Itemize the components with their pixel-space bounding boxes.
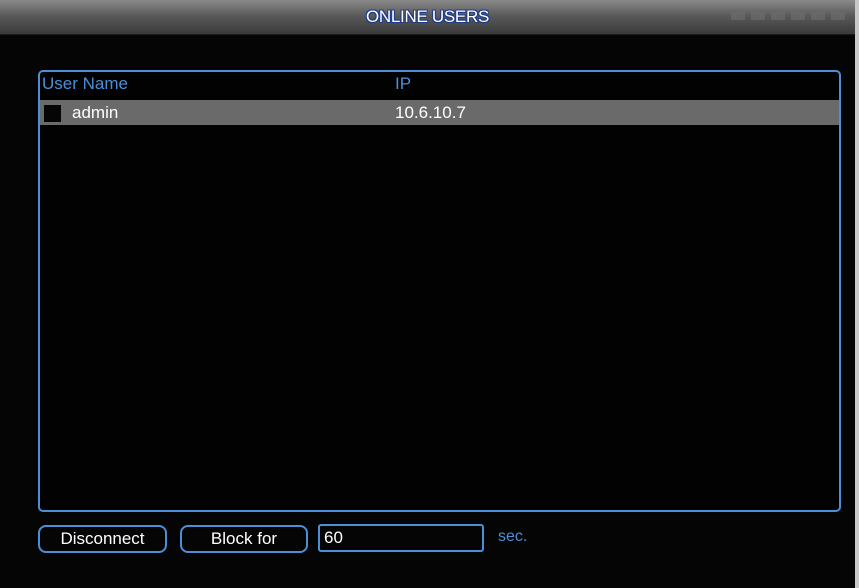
title-decoration-block [811, 12, 825, 20]
title-decoration-block [771, 12, 785, 20]
block-seconds-input[interactable] [318, 524, 484, 552]
seconds-unit-label: sec. [498, 528, 528, 545]
row-checkbox[interactable] [44, 105, 61, 122]
title-bar-decoration [731, 12, 845, 20]
title-bar: ONLINE USERS [0, 0, 855, 35]
list-header: User Name IP [40, 72, 839, 96]
title-decoration-block [791, 12, 805, 20]
disconnect-button[interactable]: Disconnect [38, 525, 167, 553]
dialog-title: ONLINE USERS [366, 7, 489, 26]
online-users-list[interactable]: User Name IP admin 10.6.10.7 [38, 70, 841, 512]
title-decoration-block [831, 12, 845, 20]
row-ip-address: 10.6.10.7 [395, 103, 466, 122]
column-header-user-name[interactable]: User Name [42, 74, 128, 94]
table-row[interactable]: admin 10.6.10.7 [40, 100, 839, 125]
block-for-button[interactable]: Block for [180, 525, 308, 553]
title-decoration-block [751, 12, 765, 20]
row-user-name: admin [72, 103, 119, 122]
title-decoration-block [731, 12, 745, 20]
online-users-dialog: ONLINE USERS User Name IP admin 10.6.10.… [0, 0, 859, 588]
column-header-ip[interactable]: IP [395, 74, 411, 94]
